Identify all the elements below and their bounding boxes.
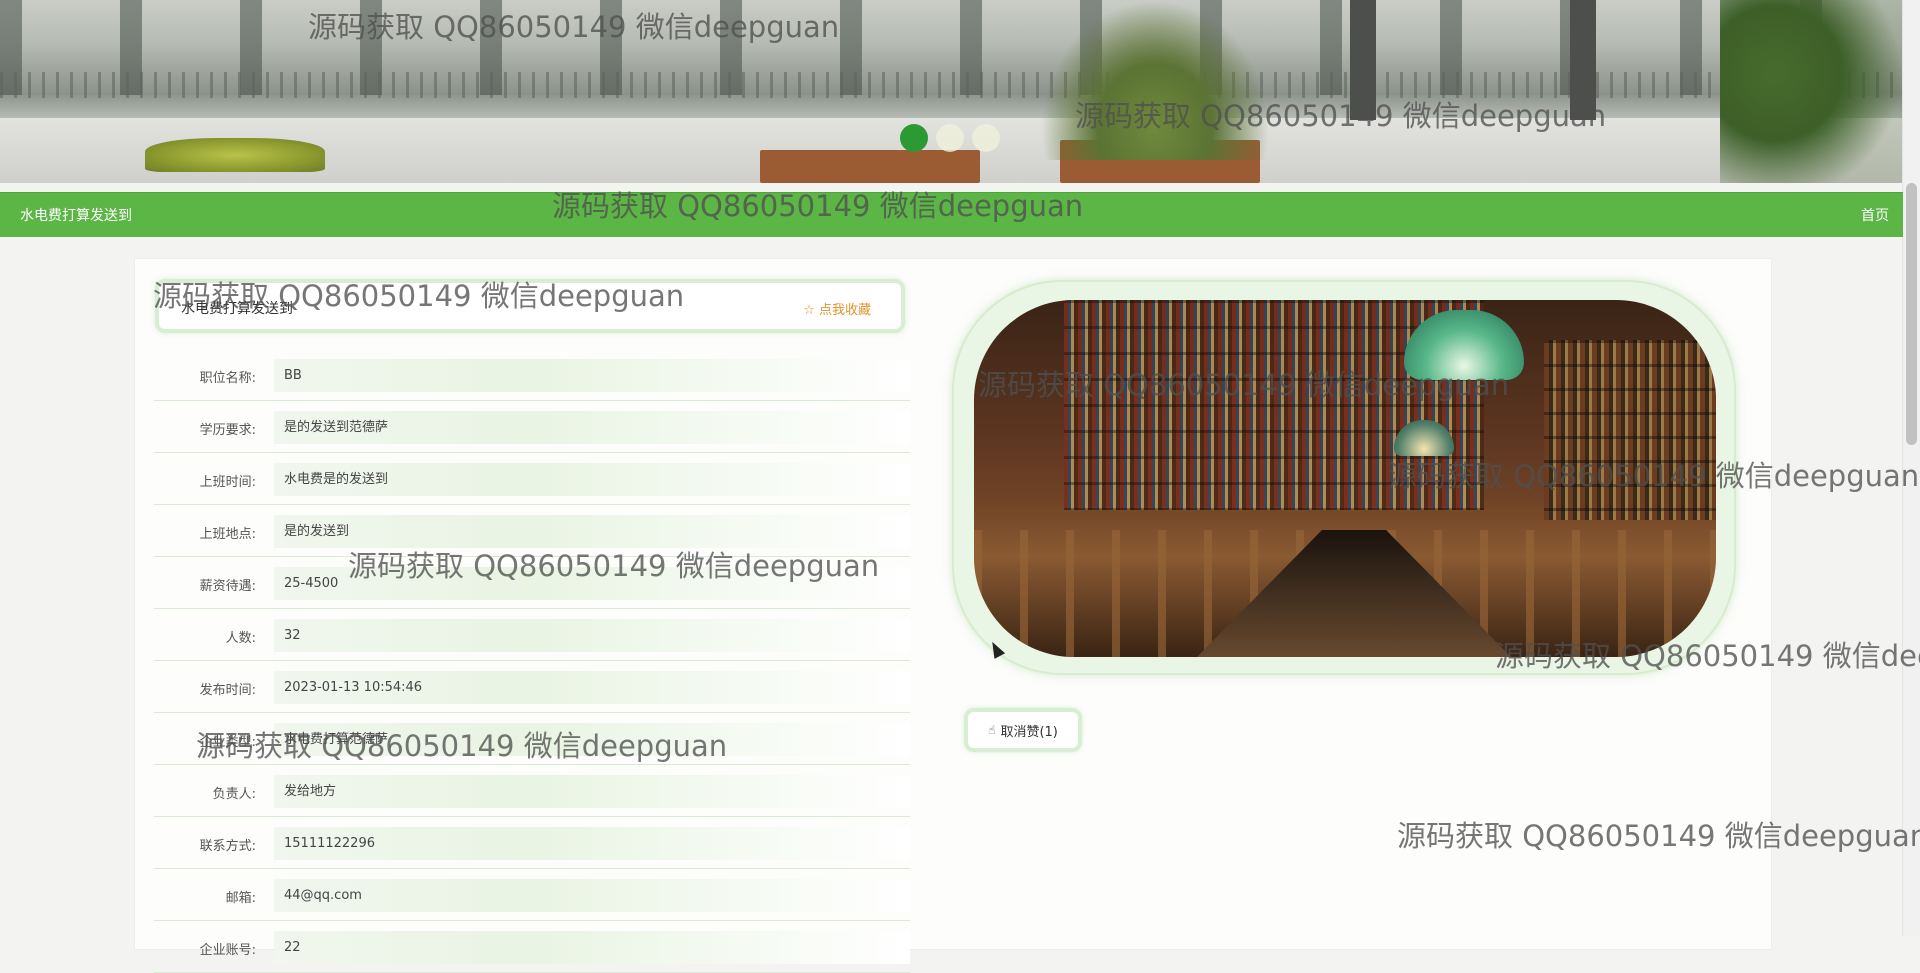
nav-home-link[interactable]: 首页 <box>1861 205 1903 225</box>
field-value: 32 <box>274 619 910 652</box>
field-label: 人数: <box>225 631 256 646</box>
banner-planter <box>760 150 980 183</box>
banner-carousel <box>0 0 1903 183</box>
field-value: BB <box>274 359 910 392</box>
field-value: 水电费是的发送到 <box>274 463 910 496</box>
carousel-dot-3[interactable] <box>972 124 1000 152</box>
field-row-work-time: 上班时间: 水电费是的发送到 <box>154 453 910 505</box>
field-label: 学历要求: <box>199 423 256 438</box>
carousel-indicators <box>900 124 1000 152</box>
carousel-dot-1[interactable] <box>900 124 928 152</box>
field-value: 是的发送到范德萨 <box>274 411 910 444</box>
banner-pillar <box>1570 0 1596 120</box>
detail-field-list: 职位名称: BB 学历要求: 是的发送到范德萨 上班时间: 水电费是的发送到 上… <box>154 349 910 973</box>
field-value: 25-4500 <box>274 567 910 600</box>
detail-image-frame <box>952 280 1736 675</box>
top-nav: 水电费打算发送到 首页 <box>0 192 1903 237</box>
banner-railing <box>0 72 1903 98</box>
like-button[interactable]: ☝ 取消赞(1) <box>964 708 1082 752</box>
field-row-education: 学历要求: 是的发送到范德萨 <box>154 401 910 453</box>
field-row-position: 职位名称: BB <box>154 349 910 401</box>
field-label: 企业账号: <box>199 943 256 958</box>
carousel-dot-2[interactable] <box>936 124 964 152</box>
banner-pillar <box>1350 0 1376 120</box>
scrollbar-thumb[interactable] <box>1906 183 1917 445</box>
field-row-headcount: 人数: 32 <box>154 609 910 661</box>
field-row-company-type: 企业类型: 水电费打算范德萨 <box>154 713 910 765</box>
field-label: 薪资待遇: <box>199 579 256 594</box>
field-row-email: 邮箱: 44@qq.com <box>154 869 910 921</box>
field-row-location: 上班地点: 是的发送到 <box>154 505 910 557</box>
field-label: 负责人: <box>212 787 256 802</box>
detail-image <box>974 300 1716 657</box>
field-value: 44@qq.com <box>274 879 910 912</box>
field-row-manager: 负责人: 发给地方 <box>154 765 910 817</box>
detail-title-box: 水电费打算发送到 ☆ 点我收藏 <box>155 279 905 333</box>
like-button-label: 取消赞(1) <box>1000 724 1058 740</box>
banner-tree <box>1040 0 1270 160</box>
field-label: 发布时间: <box>199 683 256 698</box>
field-row-phone: 联系方式: 15111122296 <box>154 817 910 869</box>
detail-title: 水电费打算发送到 <box>181 301 293 317</box>
favorite-button[interactable]: ☆ 点我收藏 <box>803 299 871 318</box>
field-row-publish-time: 发布时间: 2023-01-13 10:54:46 <box>154 661 910 713</box>
field-label: 职位名称: <box>199 371 256 386</box>
field-value: 发给地方 <box>274 775 910 808</box>
field-label: 上班地点: <box>199 527 256 542</box>
field-value: 是的发送到 <box>274 515 910 548</box>
vertical-scrollbar[interactable] <box>1902 0 1920 936</box>
field-label: 联系方式: <box>199 839 256 854</box>
image-bookshelves <box>1544 340 1716 520</box>
field-row-company-account: 企业账号: 22 <box>154 921 910 973</box>
thumbs-up-icon: ☝ <box>988 723 996 737</box>
banner-hedge <box>145 138 325 172</box>
field-value: 水电费打算范德萨 <box>274 723 910 756</box>
field-label: 邮箱: <box>225 891 256 906</box>
site-name: 水电费打算发送到 <box>20 208 132 224</box>
field-value: 2023-01-13 10:54:46 <box>274 671 910 704</box>
field-value: 15111122296 <box>274 827 910 860</box>
field-label: 企业类型: <box>199 735 256 750</box>
banner-trees <box>1720 0 1903 183</box>
field-row-salary: 薪资待遇: 25-4500 <box>154 557 910 609</box>
field-label: 上班时间: <box>199 475 256 490</box>
